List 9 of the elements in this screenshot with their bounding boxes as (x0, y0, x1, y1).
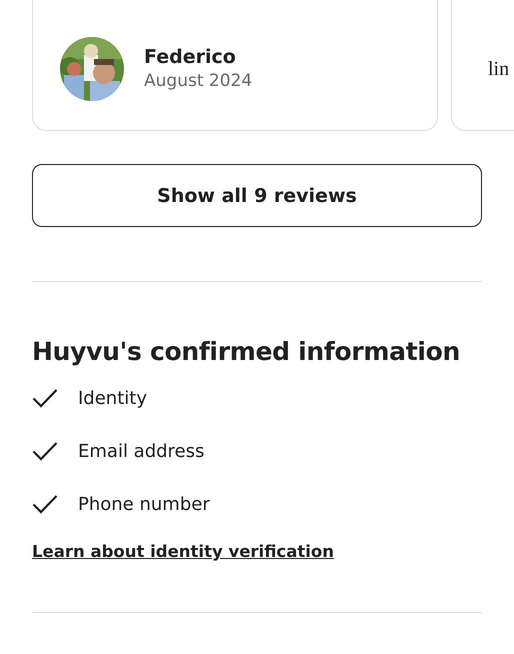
verified-item: Phone number (78, 494, 210, 514)
verified-item: Email address (78, 440, 204, 462)
reviewer-name: Federico (144, 45, 237, 69)
section-heading: Huyvu's confirmed information (32, 336, 461, 368)
show-all-reviews-button[interactable]: Show all 9 reviews (32, 164, 482, 227)
learn-more-link[interactable]: Learn about identity verification (32, 542, 334, 561)
review-text: lin (488, 58, 510, 80)
review-date: August 2024 (144, 70, 252, 93)
verified-item: Identity (78, 388, 147, 408)
